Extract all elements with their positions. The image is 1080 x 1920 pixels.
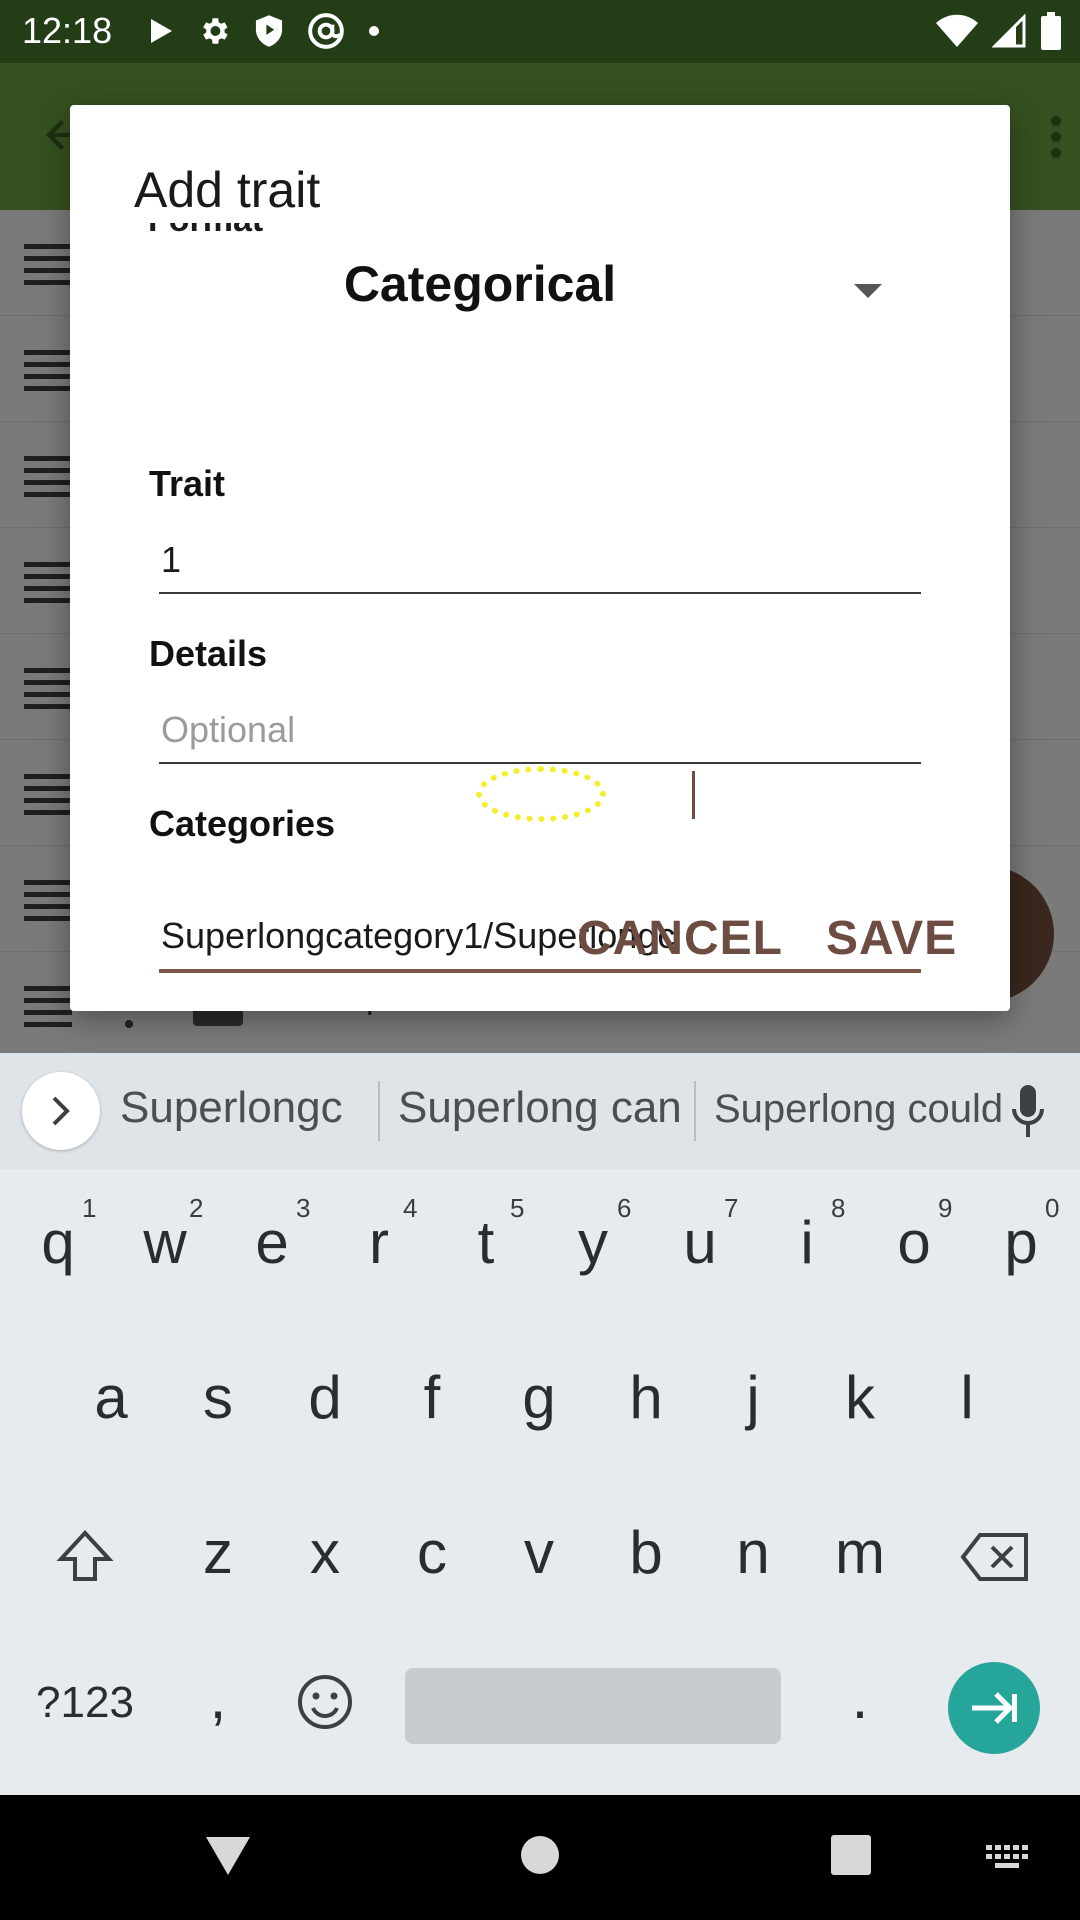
trait-name-input[interactable]: [159, 528, 921, 594]
drag-handle-icon[interactable]: [24, 986, 72, 1027]
text-cursor: [692, 771, 695, 819]
status-time: 12:18: [22, 10, 113, 51]
touch-indicator: [476, 766, 606, 822]
status-icons-left: [145, 10, 381, 52]
categories-label: Categories: [149, 803, 336, 844]
drag-handle-icon[interactable]: [24, 562, 72, 603]
suggestion-2[interactable]: Superlong can: [398, 1083, 682, 1133]
key-hint: 8: [831, 1193, 846, 1223]
status-bar: 12:18: [0, 0, 1080, 63]
format-spinner[interactable]: Categorical: [70, 255, 890, 313]
key-f[interactable]: f: [382, 1343, 482, 1453]
shift-key[interactable]: [35, 1503, 135, 1613]
comma-key[interactable]: ,: [168, 1643, 268, 1753]
key-hint: 3: [296, 1193, 311, 1223]
key-g[interactable]: g: [489, 1343, 589, 1453]
cancel-button[interactable]: CANCEL: [577, 911, 783, 966]
drag-handle-icon[interactable]: [24, 350, 72, 391]
battery-icon: [1041, 12, 1061, 50]
key-hint: 0: [1045, 1193, 1060, 1223]
key-s[interactable]: s: [168, 1343, 268, 1453]
drag-handle-icon[interactable]: [24, 668, 72, 709]
dropdown-caret-icon[interactable]: [854, 284, 882, 298]
key-hint: 2: [189, 1193, 204, 1223]
drag-handle-icon[interactable]: [24, 244, 72, 285]
backspace-icon: [960, 1533, 1028, 1581]
key-h[interactable]: h: [596, 1343, 696, 1453]
key-n[interactable]: n: [703, 1498, 803, 1608]
add-trait-dialog: Add trait Format Categorical Trait Detai…: [70, 105, 1010, 1011]
shift-icon: [56, 1530, 114, 1581]
key-c[interactable]: c: [382, 1498, 482, 1608]
period-key[interactable]: .: [810, 1643, 910, 1753]
overflow-menu-icon[interactable]: [1050, 115, 1062, 159]
next-arrow-icon: [972, 1692, 1017, 1724]
drag-handle-icon[interactable]: [24, 456, 72, 497]
suggestion-bar: Superlongc Superlong can Superlong could: [0, 1053, 1080, 1169]
drag-handle-icon[interactable]: [24, 774, 72, 815]
details-input[interactable]: [159, 698, 921, 764]
key-x[interactable]: x: [275, 1498, 375, 1608]
suggestion-divider: [378, 1081, 380, 1141]
enter-key[interactable]: [948, 1662, 1040, 1754]
soft-keyboard: Superlongc Superlong can Superlong could…: [0, 1053, 1080, 1795]
suggestion-divider: [694, 1081, 696, 1141]
key-d[interactable]: d: [275, 1343, 375, 1453]
suggestion-1[interactable]: Superlongc: [120, 1083, 343, 1133]
play-icon: [151, 19, 172, 43]
key-hint: 1: [82, 1193, 97, 1223]
suggestion-3[interactable]: Superlong could: [714, 1087, 1003, 1132]
trait-label: Trait: [149, 463, 226, 504]
keyboard-switch-icon[interactable]: [986, 1845, 1028, 1869]
status-icons-right: [936, 10, 1062, 52]
key-j[interactable]: j: [703, 1343, 803, 1453]
microphone-icon[interactable]: [1010, 1083, 1046, 1143]
wifi-icon: [936, 14, 978, 47]
drag-handle-icon[interactable]: [24, 880, 72, 921]
back-triangle-icon[interactable]: [204, 1833, 252, 1877]
emoji-icon: [298, 1675, 352, 1729]
key-hint: 4: [403, 1193, 418, 1223]
details-label: Details: [149, 633, 268, 674]
dialog-actions: CANCEL SAVE: [70, 871, 1010, 1011]
backspace-key[interactable]: [945, 1503, 1045, 1613]
key-z[interactable]: z: [168, 1498, 268, 1608]
key-m[interactable]: m: [810, 1498, 910, 1608]
key-l[interactable]: l: [917, 1343, 1017, 1453]
key-v[interactable]: v: [489, 1498, 589, 1608]
dialog-title: Add trait: [134, 162, 321, 218]
symbols-key[interactable]: ?123: [25, 1648, 145, 1758]
format-label: Format: [148, 223, 263, 240]
recents-square-icon[interactable]: [831, 1835, 871, 1875]
key-k[interactable]: k: [810, 1343, 910, 1453]
key-hint: 6: [617, 1193, 632, 1223]
emoji-key[interactable]: [275, 1648, 375, 1758]
home-circle-icon[interactable]: [520, 1835, 560, 1875]
key-hint: 7: [724, 1193, 739, 1223]
key-b[interactable]: b: [596, 1498, 696, 1608]
key-a[interactable]: a: [61, 1343, 161, 1453]
key-hint: 5: [510, 1193, 525, 1223]
dot-icon: [369, 26, 379, 36]
key-hint: 9: [938, 1193, 953, 1223]
suggestion-expand-button[interactable]: [22, 1072, 100, 1150]
shield-icon: [255, 15, 283, 47]
save-button[interactable]: SAVE: [826, 911, 957, 966]
navigation-bar: [0, 1795, 1080, 1920]
chevron-right-icon: [52, 1096, 70, 1126]
signal-icon: [992, 14, 1026, 48]
at-sign-icon: [308, 13, 344, 49]
spacebar-key[interactable]: [405, 1668, 781, 1744]
gear-icon: [203, 18, 228, 44]
